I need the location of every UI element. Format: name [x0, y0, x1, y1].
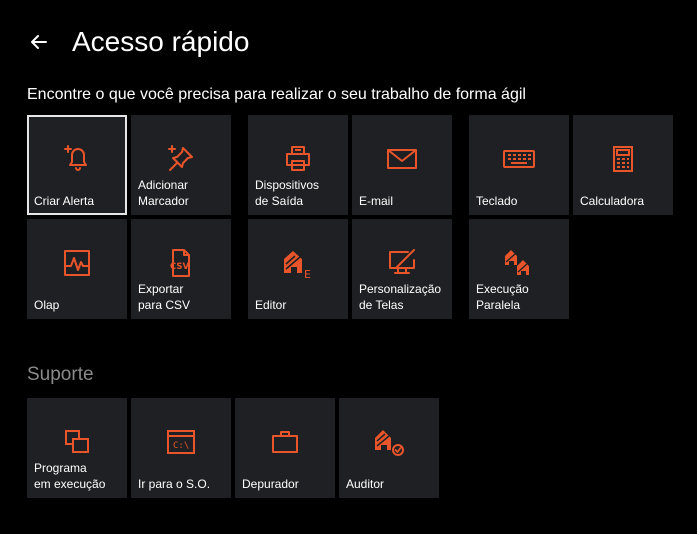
pin-add-icon: [168, 145, 193, 171]
tile-auditor[interactable]: Auditor: [339, 398, 439, 498]
tile-label: Exportar para CSV: [138, 282, 191, 312]
screen-edit-icon: [389, 249, 415, 274]
command-prompt-text: C:\: [173, 441, 189, 451]
tile-olap[interactable]: Olap: [27, 219, 127, 319]
tile-label: Criar Alerta: [34, 194, 95, 208]
svg-text:CSV: CSV: [170, 262, 190, 272]
tile-label: Ir para o S.O.: [138, 477, 211, 491]
keyboard-icon: [503, 150, 535, 168]
tile-label: Programa em execução: [34, 461, 106, 491]
editor-icon: E: [284, 251, 311, 279]
tile-label: Calculadora: [580, 194, 645, 208]
tile-exportar-para-csv[interactable]: CSV Exportar para CSV: [131, 219, 231, 319]
tile-label: Depurador: [242, 477, 299, 491]
tile-criar-alerta[interactable]: Criar Alerta: [27, 115, 127, 215]
tile-personalizacao-de-telas[interactable]: Personalização de Telas: [352, 219, 452, 319]
csv-file-icon: CSV: [170, 249, 190, 277]
chart-window-icon: [64, 250, 90, 276]
page-title: Acesso rápido: [72, 26, 250, 57]
tile-execucao-paralela[interactable]: Execução Paralela: [469, 219, 569, 319]
tile-e-mail[interactable]: E-mail: [352, 115, 452, 215]
tile-label: Olap: [34, 298, 60, 312]
tile-programa-em-execucao[interactable]: Programa em execução: [27, 398, 127, 498]
tile-label: Dispositivos de Saída: [255, 178, 320, 208]
tile-label: Editor: [255, 298, 287, 312]
arrow-left-icon: [31, 35, 47, 49]
tile-label: Adicionar Marcador: [138, 178, 189, 208]
tile-label: E-mail: [359, 194, 394, 208]
page-subtitle: Encontre o que você precisa para realiza…: [27, 86, 526, 103]
svg-text:E: E: [304, 268, 311, 279]
tile-dispositivos-de-saida[interactable]: Dispositivos de Saída: [248, 115, 348, 215]
tile-teclado[interactable]: Teclado: [469, 115, 569, 215]
tile-label: Execução Paralela: [476, 282, 529, 312]
printer-icon: [286, 146, 310, 171]
bell-add-icon: [64, 145, 87, 171]
tile-adicionar-marcador[interactable]: Adicionar Marcador: [131, 115, 231, 215]
tile-depurador[interactable]: Depurador: [235, 398, 335, 498]
tile-calculadora[interactable]: Calculadora: [573, 115, 673, 215]
back-button[interactable]: [26, 27, 56, 57]
windows-stack-icon: [65, 430, 89, 453]
command-prompt-icon: C:\: [167, 430, 195, 454]
tile-label: Auditor: [346, 477, 385, 491]
audit-check-icon: [375, 430, 404, 456]
tile-ir-para-o-so[interactable]: C:\ Ir para o S.O.: [131, 398, 231, 498]
section-title-suporte: Suporte: [27, 364, 94, 385]
tile-label: Personalização de Telas: [359, 282, 442, 312]
tile-label: Teclado: [476, 194, 518, 208]
calculator-icon: [613, 146, 633, 172]
tile-editor[interactable]: E Editor: [248, 219, 348, 319]
parallel-run-icon: [505, 250, 529, 275]
envelope-icon: [387, 149, 417, 169]
briefcase-icon: [272, 431, 298, 453]
